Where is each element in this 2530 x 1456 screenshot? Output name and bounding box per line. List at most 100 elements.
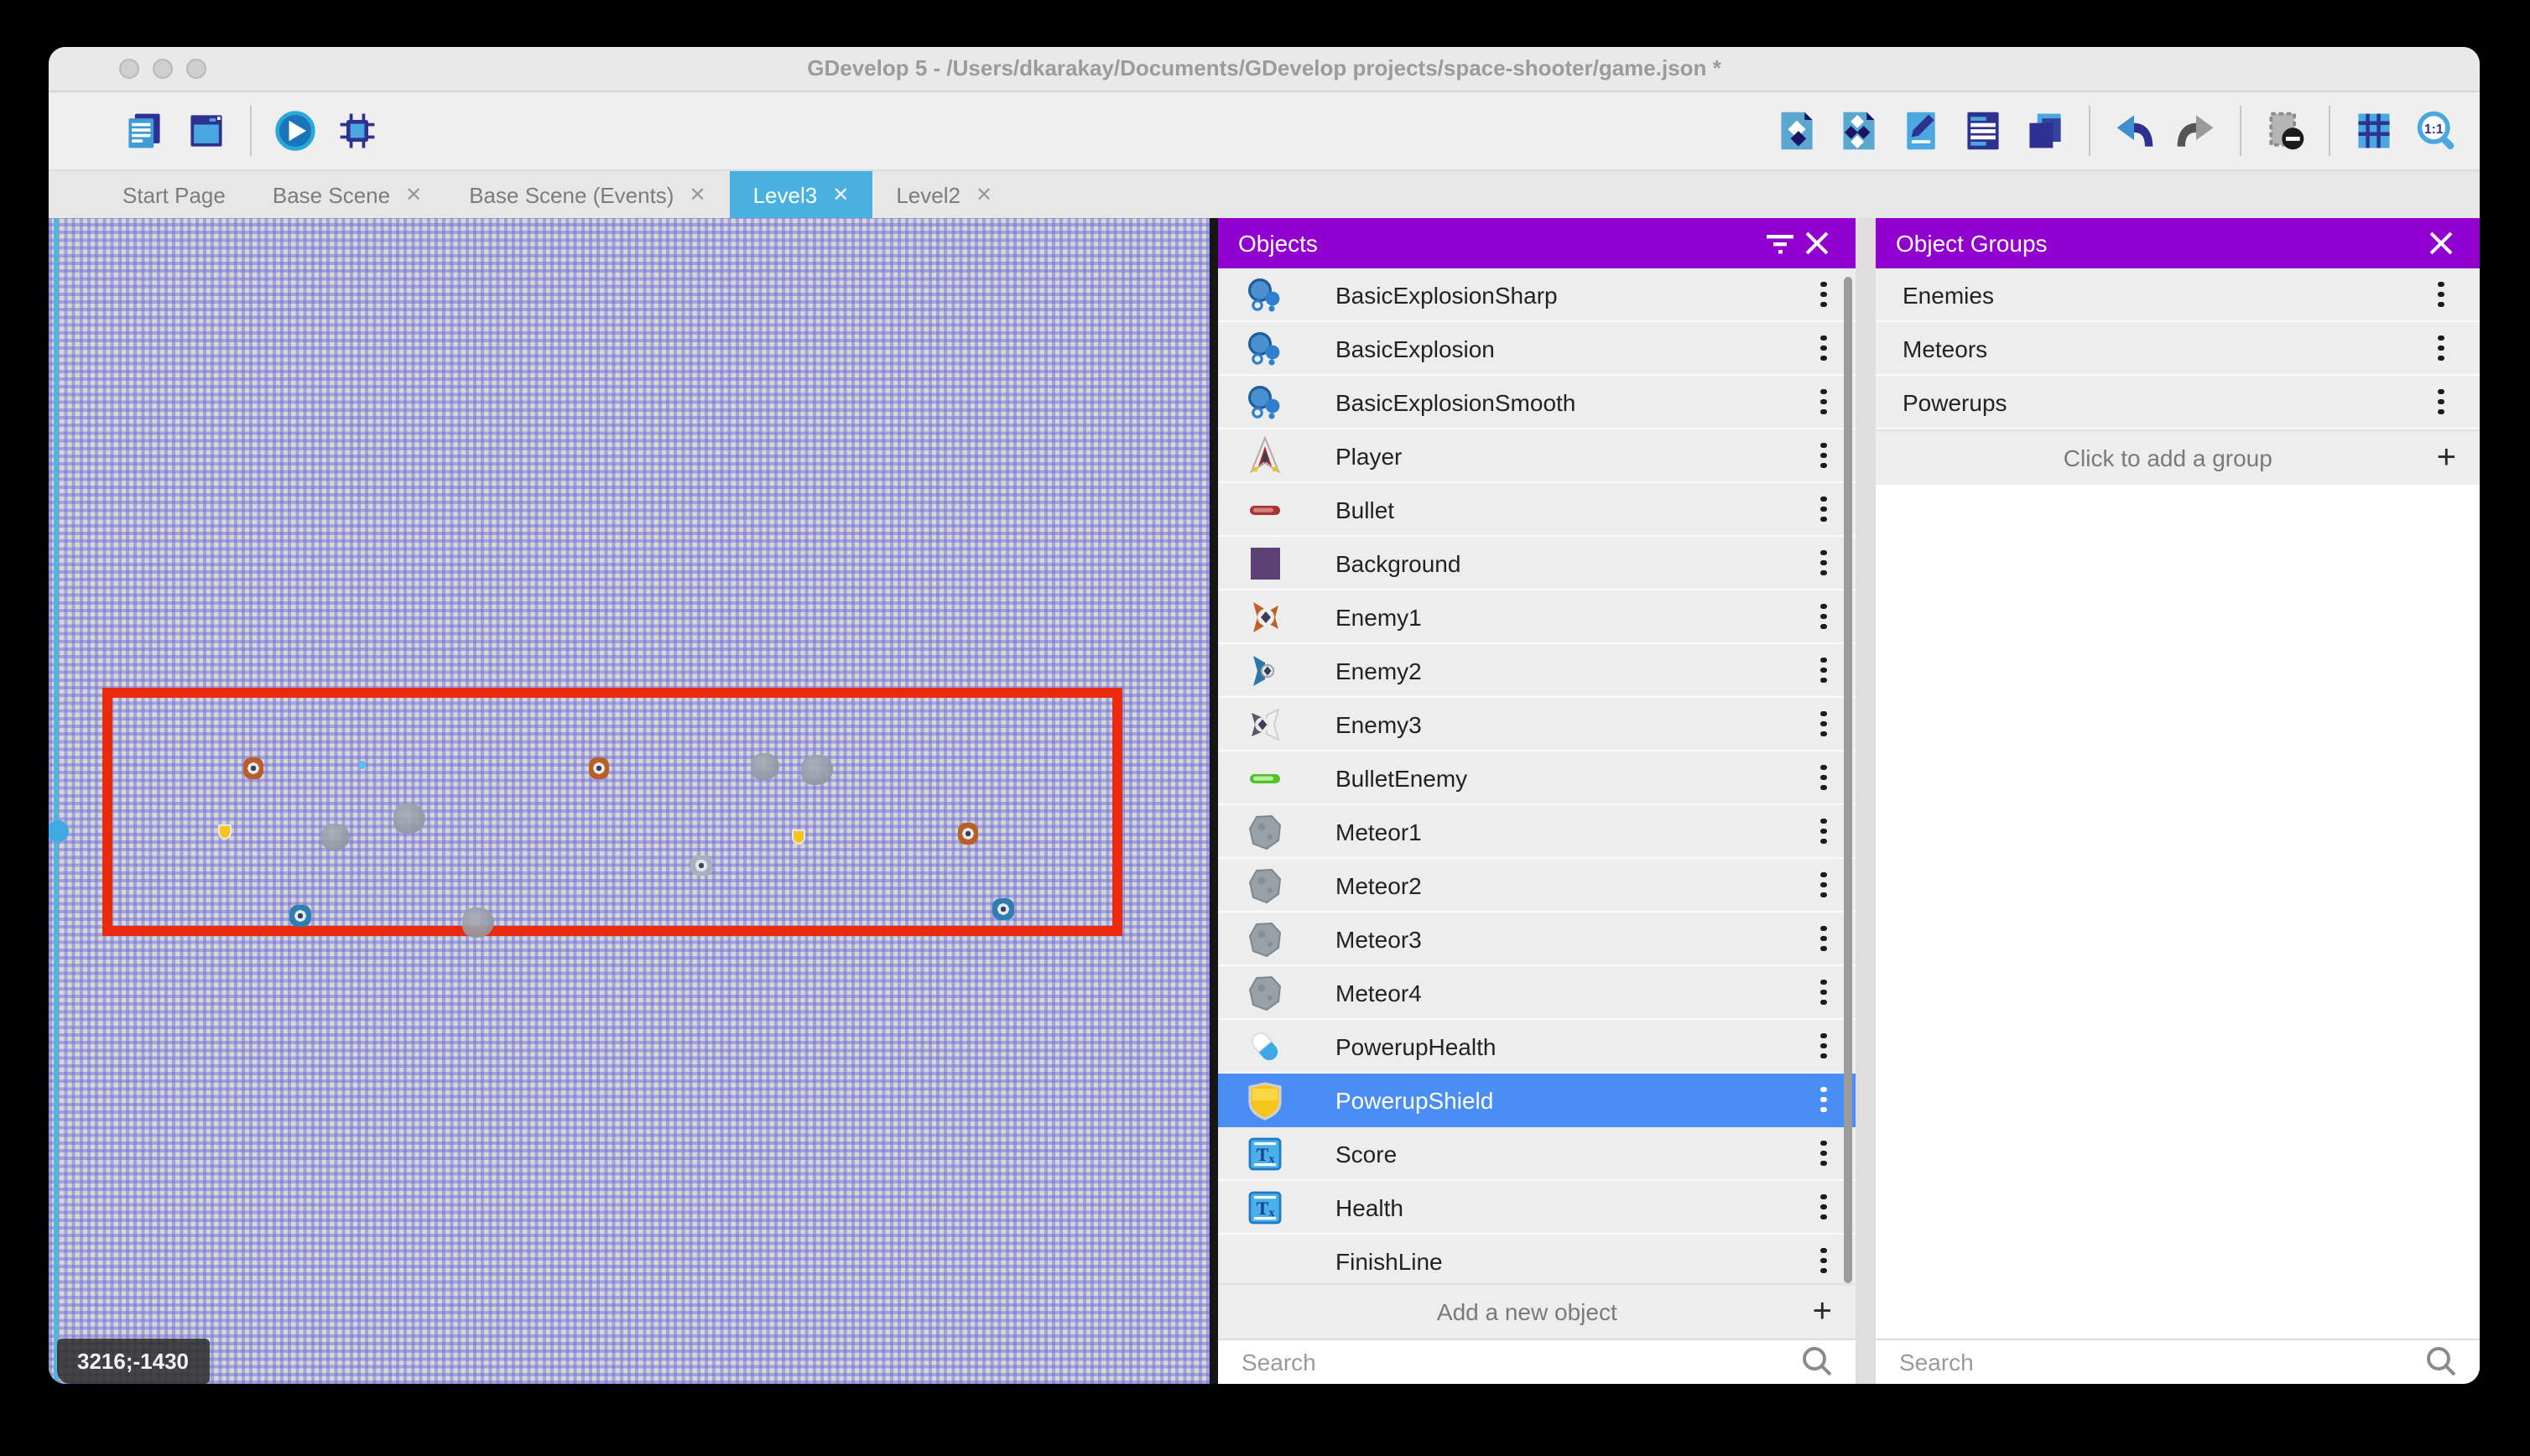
object-menu-button[interactable] xyxy=(1809,491,1839,528)
instance-shield[interactable] xyxy=(218,824,232,840)
object-item-meteor2[interactable]: Meteor2 xyxy=(1218,859,1856,913)
tab-close-icon[interactable]: ✕ xyxy=(832,183,849,206)
close-object-groups-panel-button[interactable] xyxy=(2423,225,2460,262)
grid-button[interactable] xyxy=(2350,107,2397,154)
object-menu-button[interactable] xyxy=(1809,1135,1839,1172)
objects-scrollbar[interactable] xyxy=(1844,277,1852,1283)
debug-button[interactable] xyxy=(334,107,381,154)
object-item-basicexplosionsharp[interactable]: BasicExplosionSharp xyxy=(1218,268,1856,322)
object-item-powerupshield[interactable]: PowerupShield xyxy=(1218,1074,1856,1127)
object-item-meteor4[interactable]: Meteor4 xyxy=(1218,966,1856,1020)
objects-search-input[interactable] xyxy=(1238,1347,1799,1377)
instances-list-button[interactable] xyxy=(1960,107,2007,154)
zoom-one-to-one-button[interactable]: 1:1 xyxy=(2413,107,2460,154)
object-menu-button[interactable] xyxy=(1809,437,1839,474)
object-thumbnail xyxy=(1245,435,1285,476)
object-menu-button[interactable] xyxy=(1809,1027,1839,1064)
object-menu-button[interactable] xyxy=(1809,383,1839,420)
bullet-thumbnail-icon xyxy=(1245,489,1285,529)
object-menu-button[interactable] xyxy=(1809,330,1839,367)
meteor-thumbnail-icon xyxy=(1245,972,1285,1012)
object-thumbnail xyxy=(1245,918,1285,959)
redo-button[interactable] xyxy=(2173,107,2220,154)
scene-window-button[interactable] xyxy=(183,107,230,154)
object-menu-button[interactable] xyxy=(1809,1188,1839,1225)
instance-shield[interactable] xyxy=(792,829,805,845)
object-item-score[interactable]: Tx Score xyxy=(1218,1127,1856,1181)
tab-base-scene[interactable]: Base Scene ✕ xyxy=(249,171,445,218)
instance-enemy-orange[interactable] xyxy=(243,757,263,779)
project-manager-button[interactable] xyxy=(121,107,168,154)
instance-enemy-gray[interactable] xyxy=(690,855,712,876)
object-thumbnail xyxy=(1245,1079,1285,1120)
object-item-meteor3[interactable]: Meteor3 xyxy=(1218,913,1856,966)
instance-enemy-blue[interactable] xyxy=(992,898,1014,920)
tab-level2[interactable]: Level2 ✕ xyxy=(872,171,1016,218)
object-item-enemy1[interactable]: Enemy1 xyxy=(1218,590,1856,644)
object-menu-button[interactable] xyxy=(1809,813,1839,850)
object-menu-button[interactable] xyxy=(1809,705,1839,742)
layers-editor-button[interactable] xyxy=(2022,107,2069,154)
add-group-plus-icon[interactable]: + xyxy=(2437,441,2456,475)
object-item-bullet[interactable]: Bullet xyxy=(1218,483,1856,537)
object-menu-button[interactable] xyxy=(1809,759,1839,796)
object-menu-button[interactable] xyxy=(1809,276,1839,313)
object-item-background[interactable]: Background xyxy=(1218,537,1856,590)
scene-border-handle[interactable] xyxy=(49,820,69,842)
object-item-player[interactable]: Player xyxy=(1218,429,1856,483)
object-item-health[interactable]: Tx Health xyxy=(1218,1181,1856,1235)
canvas-panel-divider[interactable] xyxy=(1210,218,1218,1384)
close-objects-panel-button[interactable] xyxy=(1799,225,1835,262)
object-name: Bullet xyxy=(1335,496,1809,523)
properties-panel-button[interactable] xyxy=(1898,107,1944,154)
group-item-powerups[interactable]: Powerups xyxy=(1876,376,2480,429)
group-item-enemies[interactable]: Enemies xyxy=(1876,268,2480,322)
object-item-enemy3[interactable]: Enemy3 xyxy=(1218,698,1856,751)
tab-start-page[interactable]: Start Page xyxy=(99,171,249,218)
groups-search-input[interactable] xyxy=(1896,1347,2423,1377)
object-item-basicexplosion[interactable]: BasicExplosion xyxy=(1218,322,1856,376)
window-mask-button[interactable] xyxy=(2262,107,2309,154)
object-item-basicexplosionsmooth[interactable]: BasicExplosionSmooth xyxy=(1218,376,1856,429)
undo-button[interactable] xyxy=(2111,107,2158,154)
object-menu-button[interactable] xyxy=(1809,920,1839,957)
instance-enemy-orange[interactable] xyxy=(958,823,978,845)
scene-canvas[interactable]: 3216;-1430 xyxy=(49,218,1210,1384)
tab-base-scene-events-[interactable]: Base Scene (Events) ✕ xyxy=(445,171,729,218)
instance-enemy-blue[interactable] xyxy=(289,905,311,927)
object-groups-editor-button[interactable] xyxy=(1835,107,1882,154)
svg-text:T: T xyxy=(1257,1143,1269,1164)
panel-divider[interactable] xyxy=(1856,218,1876,1384)
object-item-bulletenemy[interactable]: BulletEnemy xyxy=(1218,751,1856,805)
object-item-meteor1[interactable]: Meteor1 xyxy=(1218,805,1856,859)
instance-meteor[interactable] xyxy=(751,753,779,780)
objects-editor-button[interactable] xyxy=(1773,107,1820,154)
instance-enemy-orange[interactable] xyxy=(589,757,609,779)
add-object-plus-icon[interactable]: + xyxy=(1813,1295,1832,1329)
object-item-enemy2[interactable]: Enemy2 xyxy=(1218,644,1856,698)
object-menu-button[interactable] xyxy=(1809,1081,1839,1118)
object-menu-button[interactable] xyxy=(1809,544,1839,581)
group-menu-button[interactable] xyxy=(2426,383,2456,420)
object-menu-button[interactable] xyxy=(1809,1242,1839,1279)
object-item-poweruphealth[interactable]: PowerupHealth xyxy=(1218,1020,1856,1074)
instance-dot[interactable] xyxy=(359,761,366,769)
object-menu-button[interactable] xyxy=(1809,652,1839,689)
object-item-finishline[interactable]: FinishLine xyxy=(1218,1235,1856,1283)
tab-close-icon[interactable]: ✕ xyxy=(976,183,992,206)
object-menu-button[interactable] xyxy=(1809,974,1839,1011)
filter-objects-button[interactable] xyxy=(1762,225,1799,262)
object-menu-button[interactable] xyxy=(1809,598,1839,635)
tab-close-icon[interactable]: ✕ xyxy=(405,183,422,206)
tab-level3[interactable]: Level3 ✕ xyxy=(730,171,873,218)
object-menu-button[interactable] xyxy=(1809,866,1839,903)
group-item-meteors[interactable]: Meteors xyxy=(1876,322,2480,376)
add-group-row[interactable]: Click to add a group + xyxy=(1876,429,2480,485)
group-menu-button[interactable] xyxy=(2426,276,2456,313)
instance-meteor[interactable] xyxy=(321,824,350,850)
selection-rectangle[interactable] xyxy=(102,688,1122,936)
group-menu-button[interactable] xyxy=(2426,330,2456,367)
tab-close-icon[interactable]: ✕ xyxy=(689,183,705,206)
add-object-row[interactable]: Add a new object + xyxy=(1218,1283,1856,1339)
preview-play-button[interactable] xyxy=(272,107,319,154)
